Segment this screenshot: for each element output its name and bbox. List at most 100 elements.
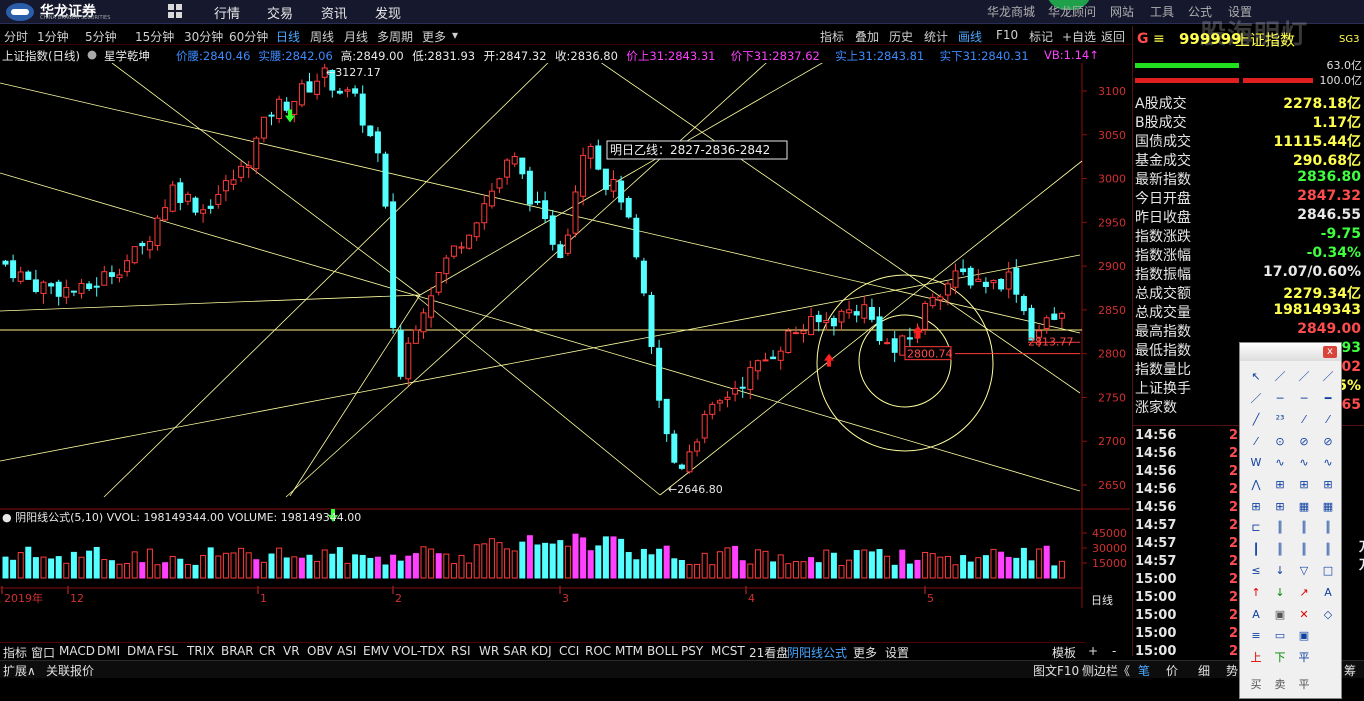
indicator-tab[interactable]: DMI (97, 644, 120, 658)
draw-tool-icon[interactable]: 平 (1295, 650, 1313, 666)
tab-price[interactable]: 价 (1166, 662, 1178, 679)
menu-mall[interactable]: 华龙商城 (987, 3, 1035, 20)
tool-f10[interactable]: F10 (996, 28, 1018, 42)
draw-tool-icon[interactable]: ║ (1295, 520, 1313, 536)
draw-tool-icon[interactable]: ║ (1271, 542, 1289, 558)
indicator-tab[interactable]: DMA (127, 644, 155, 658)
indicator-tab[interactable]: 窗口 (31, 644, 55, 661)
menu-discover[interactable]: 发现 (375, 3, 401, 22)
indicator-tab[interactable]: 阴阳线公式 (787, 644, 847, 661)
draw-tool-icon[interactable]: ▦ (1295, 499, 1313, 515)
draw-tool-icon[interactable]: ▦ (1319, 499, 1337, 515)
period-60min[interactable]: 60分钟 (229, 28, 268, 45)
template-control[interactable]: + (1088, 644, 1098, 658)
menu-tools[interactable]: 工具 (1150, 3, 1174, 20)
tool-back[interactable]: 返回 (1101, 28, 1125, 45)
draw-tool-icon[interactable]: ─ (1295, 391, 1313, 407)
draw-tool-icon[interactable]: ◇ (1319, 607, 1337, 623)
indicator-tab[interactable]: SAR (503, 644, 527, 658)
apps-grid-icon[interactable] (168, 4, 183, 19)
indicator-tab[interactable]: 更多 (853, 644, 877, 661)
indicator-tab[interactable]: TRIX (187, 644, 214, 658)
draw-tool-icon[interactable]: 下 (1271, 650, 1289, 666)
draw-tool-icon[interactable]: ║ (1271, 520, 1289, 536)
draw-tool-icon[interactable]: ▣ (1295, 628, 1313, 644)
indicator-tab[interactable]: BOLL (647, 644, 678, 658)
related-quote-button[interactable]: 关联报价 (46, 662, 94, 679)
indicator-tab[interactable]: VOL-TDX (393, 644, 445, 658)
draw-tool-icon[interactable]: ▽ (1295, 563, 1313, 579)
draw-tool-icon[interactable]: ╱ (1247, 412, 1265, 428)
indicator-tab[interactable]: PSY (681, 644, 703, 658)
draw-tool-icon[interactable]: ²³ (1271, 412, 1289, 428)
draw-tool-icon[interactable]: □ (1319, 563, 1337, 579)
period-1min[interactable]: 1分钟 (37, 28, 69, 45)
draw-tool-icon[interactable]: ⊞ (1319, 477, 1337, 493)
draw-tool-icon[interactable]: A (1247, 607, 1265, 623)
draw-tool-icon[interactable]: ⊘ (1295, 434, 1313, 450)
period-30min[interactable]: 30分钟 (184, 28, 223, 45)
draw-tool-icon[interactable]: ✕ (1295, 607, 1313, 623)
draw-tool-icon[interactable]: ┃ (1247, 542, 1265, 558)
draw-tool-icon[interactable]: ⊞ (1271, 477, 1289, 493)
draw-tool-icon[interactable]: ⁄ (1247, 434, 1265, 450)
period-multi[interactable]: 多周期 (377, 28, 413, 45)
draw-tool-icon[interactable]: ⁄ (1319, 412, 1337, 428)
indicator-tab[interactable]: CCI (559, 644, 579, 658)
period-5min[interactable]: 5分钟 (85, 28, 117, 45)
draw-tool-icon[interactable]: ↑ (1247, 585, 1265, 601)
indicator-tab[interactable]: CR (259, 644, 276, 658)
kline-chart[interactable]: 3100 3050 3000 2950 2900 2850 2800 2750 2700 2650… (0, 63, 1130, 608)
draw-tool-icon[interactable]: ↓ (1271, 585, 1289, 601)
draw-tool-icon[interactable]: ─ (1271, 391, 1289, 407)
tool-history[interactable]: 历史 (889, 28, 913, 45)
indicator-tab[interactable]: 指标 (3, 644, 27, 661)
tab-bi[interactable]: 笔 (1138, 662, 1150, 679)
indicator-tab[interactable]: KDJ (531, 644, 552, 658)
draw-tool-icon[interactable]: ≤ (1247, 563, 1265, 579)
draw-tool-icon[interactable]: W (1247, 455, 1265, 471)
template-control[interactable]: - (1112, 644, 1116, 658)
indicator-tab[interactable]: MCST (711, 644, 745, 658)
indicator-tab[interactable]: EMV (363, 644, 389, 658)
draw-tool-icon[interactable]: ⊙ (1271, 434, 1289, 450)
tool-overlay[interactable]: 叠加 (855, 28, 879, 45)
indicator-tab[interactable]: FSL (157, 644, 178, 658)
tab-trend[interactable]: 势 (1226, 662, 1238, 679)
settings-dot-icon[interactable]: ● (87, 47, 97, 61)
tool-mark[interactable]: 标记 (1029, 28, 1053, 45)
draw-tool-icon[interactable]: ≡ (1247, 628, 1265, 644)
indicator-tab[interactable]: OBV (307, 644, 333, 658)
tool-stats[interactable]: 统计 (924, 28, 948, 45)
period-daily[interactable]: 日线 (276, 28, 300, 45)
draw-tool-icon[interactable]: ⊞ (1271, 499, 1289, 515)
draw-tool-icon[interactable]: ⊞ (1295, 477, 1313, 493)
f10-sidebar-button[interactable]: 图文F10 (1033, 662, 1079, 679)
menu-website[interactable]: 网站 (1110, 3, 1134, 20)
draw-tool-icon[interactable]: ／ (1295, 369, 1313, 385)
tool-draw[interactable]: 画线 (958, 28, 982, 45)
indicator-tab[interactable]: 21看盘 (749, 644, 788, 661)
draw-tool-icon[interactable]: ⊏ (1247, 520, 1265, 536)
expand-button[interactable]: 扩展∧ (3, 662, 36, 679)
draw-tool-icon[interactable]: ║ (1295, 542, 1313, 558)
indicator-tab[interactable]: MACD (59, 644, 95, 658)
draw-tool-icon[interactable]: 上 (1247, 650, 1265, 666)
indicator-tab[interactable]: BRAR (221, 644, 254, 658)
draw-tool-icon[interactable]: ▣ (1271, 607, 1289, 623)
menu-news[interactable]: 资讯 (321, 3, 347, 22)
draw-tool-icon[interactable]: A (1319, 585, 1337, 601)
draw-tool-icon[interactable]: ⁄ (1295, 412, 1313, 428)
tab-chips[interactable]: 筹 (1344, 662, 1356, 679)
sidebar-toggle[interactable]: 侧边栏《 (1082, 662, 1130, 679)
draw-tool-icon[interactable]: ║ (1319, 542, 1337, 558)
period-15min[interactable]: 15分钟 (135, 28, 174, 45)
menu-trade[interactable]: 交易 (267, 3, 293, 22)
draw-tool-icon[interactable]: ／ (1247, 391, 1265, 407)
close-icon[interactable]: x (1323, 346, 1337, 358)
period-monthly[interactable]: 月线 (344, 28, 368, 45)
indicator-tab[interactable]: 设置 (885, 644, 909, 661)
draw-tool-icon[interactable]: ↖ (1247, 369, 1265, 385)
draw-tool-icon[interactable]: ━ (1319, 391, 1337, 407)
tab-detail[interactable]: 细 (1198, 662, 1210, 679)
